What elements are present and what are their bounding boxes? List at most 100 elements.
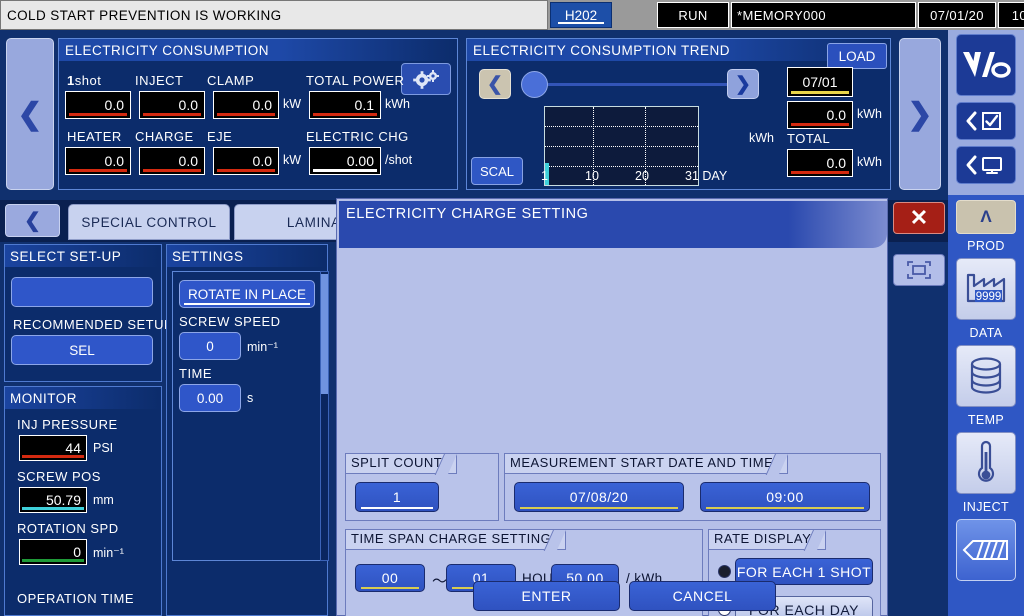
electricity-consumption-trend-panel: ELECTRICITY CONSUMPTION TREND LOAD ❮ ❯ 1… bbox=[466, 38, 891, 190]
page-prev-arrow-button[interactable]: ❮ bbox=[6, 38, 54, 190]
radio-for-each-1-shot[interactable] bbox=[718, 565, 731, 578]
settings-scrollbar-thumb[interactable] bbox=[321, 274, 328, 394]
unit-electric-chg: /shot bbox=[385, 153, 413, 167]
monitor-unit-mm: mm bbox=[93, 493, 114, 507]
dialog-title: ELECTRICITY CHARGE SETTING bbox=[339, 201, 887, 248]
value-eje[interactable]: 0.0 bbox=[213, 147, 279, 175]
screw-speed-value[interactable]: 0 bbox=[179, 332, 241, 360]
topbar-spacer bbox=[612, 0, 656, 30]
trend-day-unit: kWh bbox=[857, 107, 882, 121]
value-clamp[interactable]: 0.0 bbox=[213, 91, 279, 119]
select-setup-panel: SELECT SET-UP RECOMMENDED SETUP SEL bbox=[4, 244, 173, 382]
axis-tick-10: 10 bbox=[585, 169, 599, 183]
time-label: TIME bbox=[179, 366, 213, 381]
trend-total-value: 0.0 bbox=[787, 149, 853, 177]
hmi-screen: COLD START PREVENTION IS WORKING H202 RU… bbox=[0, 0, 1024, 616]
value-charge[interactable]: 0.0 bbox=[139, 147, 205, 175]
field-label-total-power: TOTAL POWER bbox=[306, 73, 405, 88]
settings-scrollbar[interactable] bbox=[320, 271, 329, 561]
value-total-power[interactable]: 0.1 bbox=[309, 91, 381, 119]
split-count-label: SPLIT COUNT bbox=[346, 454, 458, 474]
unit-total-power: kWh bbox=[385, 97, 410, 111]
sidebar-label-data: DATA bbox=[969, 326, 1003, 340]
monitor-title: MONITOR bbox=[5, 387, 161, 409]
field-label-eje: EJE bbox=[207, 129, 233, 144]
settings-title: SETTINGS bbox=[167, 245, 327, 267]
value-1shot[interactable]: 0.0 bbox=[65, 91, 131, 119]
factory-9999-icon[interactable]: 9999 bbox=[956, 258, 1016, 320]
electricity-consumption-panel: ELECTRICITY CONSUMPTION 1shot INJECT CLA… bbox=[58, 38, 458, 190]
tab-special-control[interactable]: SPECIAL CONTROL bbox=[68, 204, 230, 240]
monitor-value-inj-pressure: 44 bbox=[19, 435, 87, 461]
trend-next-button[interactable]: ❯ bbox=[727, 69, 759, 99]
sidebar-up-arrow-button[interactable]: Λ bbox=[956, 200, 1016, 234]
recommended-setup-label: RECOMMENDED SETUP bbox=[13, 317, 174, 332]
split-count-value[interactable]: 1 bbox=[355, 482, 439, 512]
measurement-start-time[interactable]: 09:00 bbox=[700, 482, 870, 512]
axis-tick-1: 1 bbox=[541, 169, 548, 183]
axis-tick-31-day: 31 DAY bbox=[685, 169, 728, 183]
value-electric-chg[interactable]: 0.00 bbox=[309, 147, 381, 175]
system-date: 07/01/20 bbox=[918, 2, 996, 28]
trend-slider-knob[interactable] bbox=[521, 71, 548, 98]
gridline-horizontal bbox=[545, 126, 698, 127]
chart-unit-kwh: kWh bbox=[749, 131, 774, 145]
right-sidebar: Λ PROD 9999 DATA TEMP INJECT bbox=[948, 30, 1024, 616]
injection-screw-icon[interactable] bbox=[956, 519, 1016, 581]
axis-tick-20: 20 bbox=[635, 169, 649, 183]
close-icon[interactable]: ✕ bbox=[893, 202, 945, 234]
tab-back-button[interactable]: ❮ bbox=[5, 204, 60, 237]
cancel-button[interactable]: CANCEL bbox=[629, 581, 776, 611]
monitor-label-inj-pressure: INJ PRESSURE bbox=[17, 417, 118, 432]
monitor-unit-rpm: min⁻¹ bbox=[93, 546, 124, 560]
settings-panel: SETTINGS ROTATE IN PLACE SCREW SPEED 0 m… bbox=[166, 244, 329, 616]
database-icon[interactable] bbox=[956, 345, 1016, 407]
measurement-start-group: MEASUREMENT START DATE AND TIME 07/08/20… bbox=[504, 453, 881, 521]
page-next-arrow-button[interactable]: ❯ bbox=[899, 38, 941, 190]
rotate-in-place-button[interactable]: ROTATE IN PLACE bbox=[179, 280, 315, 308]
monitor-label-operation-time: OPERATION TIME bbox=[17, 591, 135, 606]
scal-button[interactable]: SCAL bbox=[471, 157, 523, 185]
back-checkbox-icon[interactable] bbox=[956, 102, 1016, 140]
gear-icon[interactable] bbox=[401, 63, 451, 95]
v70-logo-icon[interactable] bbox=[956, 34, 1016, 96]
setup-blank-button[interactable] bbox=[11, 277, 153, 307]
trend-total-unit: kWh bbox=[857, 155, 882, 169]
sidebar-lower-group: Λ PROD 9999 DATA TEMP INJECT bbox=[948, 195, 1024, 616]
back-monitor-icon[interactable] bbox=[956, 146, 1016, 184]
expand-icon[interactable] bbox=[893, 254, 945, 286]
thermometer-icon[interactable] bbox=[956, 432, 1016, 494]
screw-speed-unit: min⁻¹ bbox=[247, 340, 278, 354]
monitor-unit-psi: PSI bbox=[93, 441, 114, 455]
measurement-start-date[interactable]: 07/08/20 bbox=[514, 482, 684, 512]
sidebar-label-prod: PROD bbox=[967, 239, 1005, 253]
trend-day-value: 0.0 bbox=[787, 101, 853, 129]
memory-name[interactable]: *MEMORY000 bbox=[731, 2, 916, 28]
monitor-label-rotation-spd: ROTATION SPD bbox=[17, 521, 119, 536]
enter-button[interactable]: ENTER bbox=[473, 581, 620, 611]
trend-prev-button[interactable]: ❮ bbox=[479, 69, 511, 99]
value-heater[interactable]: 0.0 bbox=[65, 147, 131, 175]
sidebar-top-group bbox=[948, 30, 1024, 195]
field-label-clamp: CLAMP bbox=[207, 73, 255, 88]
timespan-from[interactable]: 00 bbox=[355, 564, 425, 592]
trend-date-value[interactable]: 07/01 bbox=[787, 67, 853, 97]
field-label-electric-chg: ELECTRIC CHG bbox=[306, 129, 409, 144]
run-status: RUN bbox=[657, 2, 729, 28]
sidebar-label-inject: INJECT bbox=[962, 500, 1010, 514]
trend-total-label: TOTAL bbox=[787, 131, 831, 146]
electricity-charge-setting-dialog: ELECTRICITY CHARGE SETTING SPLIT COUNT 1… bbox=[336, 198, 888, 616]
trend-slider-track[interactable] bbox=[522, 83, 727, 86]
value-inject[interactable]: 0.0 bbox=[139, 91, 205, 119]
alarm-code-badge[interactable]: H202 bbox=[550, 2, 612, 28]
gridline-horizontal bbox=[545, 166, 698, 167]
field-label-1shot: 1shot bbox=[67, 73, 102, 88]
sel-button[interactable]: SEL bbox=[11, 335, 153, 365]
field-label-charge: CHARGE bbox=[135, 129, 194, 144]
monitor-value-screw-pos: 50.79 bbox=[19, 487, 87, 513]
trend-chart[interactable] bbox=[544, 106, 699, 186]
top-status-bar: COLD START PREVENTION IS WORKING H202 RU… bbox=[0, 0, 1024, 30]
time-value[interactable]: 0.00 bbox=[179, 384, 241, 412]
select-setup-title: SELECT SET-UP bbox=[5, 245, 161, 267]
time-unit: s bbox=[247, 391, 254, 405]
